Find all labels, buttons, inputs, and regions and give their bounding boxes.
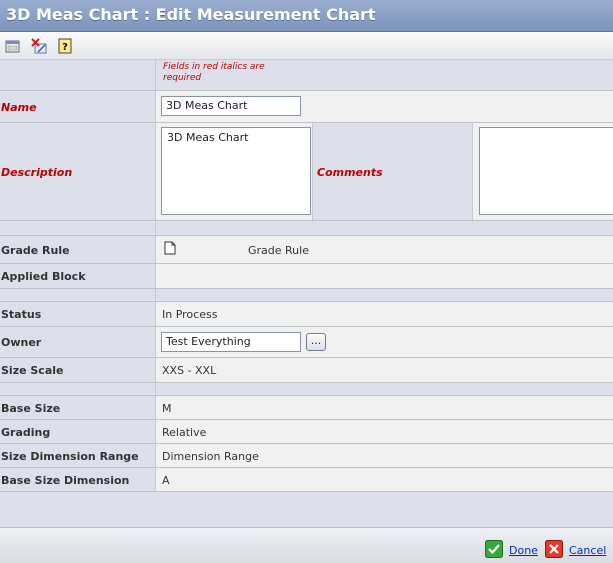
footer-bar: Done Cancel — [0, 527, 613, 563]
url-icon — [5, 40, 20, 53]
clear-button[interactable] — [30, 37, 48, 55]
status-label: Status — [1, 308, 42, 321]
grading-label: Grading — [1, 426, 51, 439]
svg-text:?: ? — [62, 42, 68, 53]
owner-row: Owner Test Everything ... — [0, 327, 613, 358]
name-label: Name — [1, 101, 37, 114]
size-dimension-range-label: Size Dimension Range — [1, 450, 139, 463]
description-label: Description — [1, 166, 73, 179]
grade-rule-value[interactable]: Grade Rule — [248, 244, 309, 257]
description-textarea[interactable]: 3D Meas Chart — [161, 127, 311, 215]
owner-input[interactable]: Test Everything — [161, 332, 301, 352]
size-dimension-range-row: Size Dimension Range Dimension Range — [0, 444, 613, 468]
title-bar: 3D Meas Chart : Edit Measurement Chart — [0, 0, 613, 32]
name-row: Name 3D Meas Chart — [0, 91, 613, 123]
base-size-dimension-row: Base Size Dimension A — [0, 468, 613, 492]
base-size-dimension-value: A — [162, 474, 170, 487]
owner-label: Owner — [1, 336, 42, 349]
form-content: Fields in red italics are required Name … — [0, 60, 613, 527]
help-icon: ? — [58, 38, 72, 54]
comments-label: Comments — [317, 166, 383, 179]
toolbar: ? — [0, 32, 613, 60]
done-button[interactable]: Done — [509, 544, 538, 557]
spacer — [0, 221, 613, 236]
size-scale-label: Size Scale — [1, 364, 64, 377]
cancel-icon[interactable] — [545, 540, 563, 561]
base-size-row: Base Size M — [0, 396, 613, 420]
done-icon[interactable] — [485, 540, 503, 561]
owner-browse-button[interactable]: ... — [306, 333, 326, 351]
grade-rule-label: Grade Rule — [1, 244, 70, 257]
comments-textarea[interactable] — [479, 127, 613, 215]
base-size-label: Base Size — [1, 402, 61, 415]
grading-value: Relative — [162, 426, 207, 439]
description-row: Description 3D Meas Chart Comments — [0, 123, 613, 221]
base-size-value: M — [162, 402, 172, 415]
grading-row: Grading Relative — [0, 420, 613, 444]
base-size-dimension-label: Base Size Dimension — [1, 474, 130, 487]
applied-block-label: Applied Block — [1, 270, 86, 283]
size-scale-value: XXS - XXL — [162, 364, 217, 377]
size-dimension-range-value: Dimension Range — [162, 450, 259, 463]
url-button[interactable] — [4, 37, 22, 55]
spacer — [0, 289, 613, 302]
status-value: In Process — [162, 308, 218, 321]
spacer — [0, 383, 613, 396]
applied-block-row: Applied Block — [0, 264, 613, 289]
clear-icon — [31, 38, 47, 54]
required-note-row: Fields in red italics are required — [0, 60, 613, 91]
cancel-button[interactable]: Cancel — [569, 544, 606, 557]
name-input[interactable]: 3D Meas Chart — [161, 96, 301, 116]
grade-rule-row: Grade Rule Grade Rule — [0, 236, 613, 264]
window-title: 3D Meas Chart : Edit Measurement Chart — [6, 5, 376, 24]
help-button[interactable]: ? — [56, 37, 74, 55]
required-note: Fields in red italics are required — [163, 62, 265, 83]
size-scale-row: Size Scale XXS - XXL — [0, 358, 613, 383]
status-row: Status In Process — [0, 302, 613, 327]
document-icon[interactable] — [164, 241, 176, 258]
